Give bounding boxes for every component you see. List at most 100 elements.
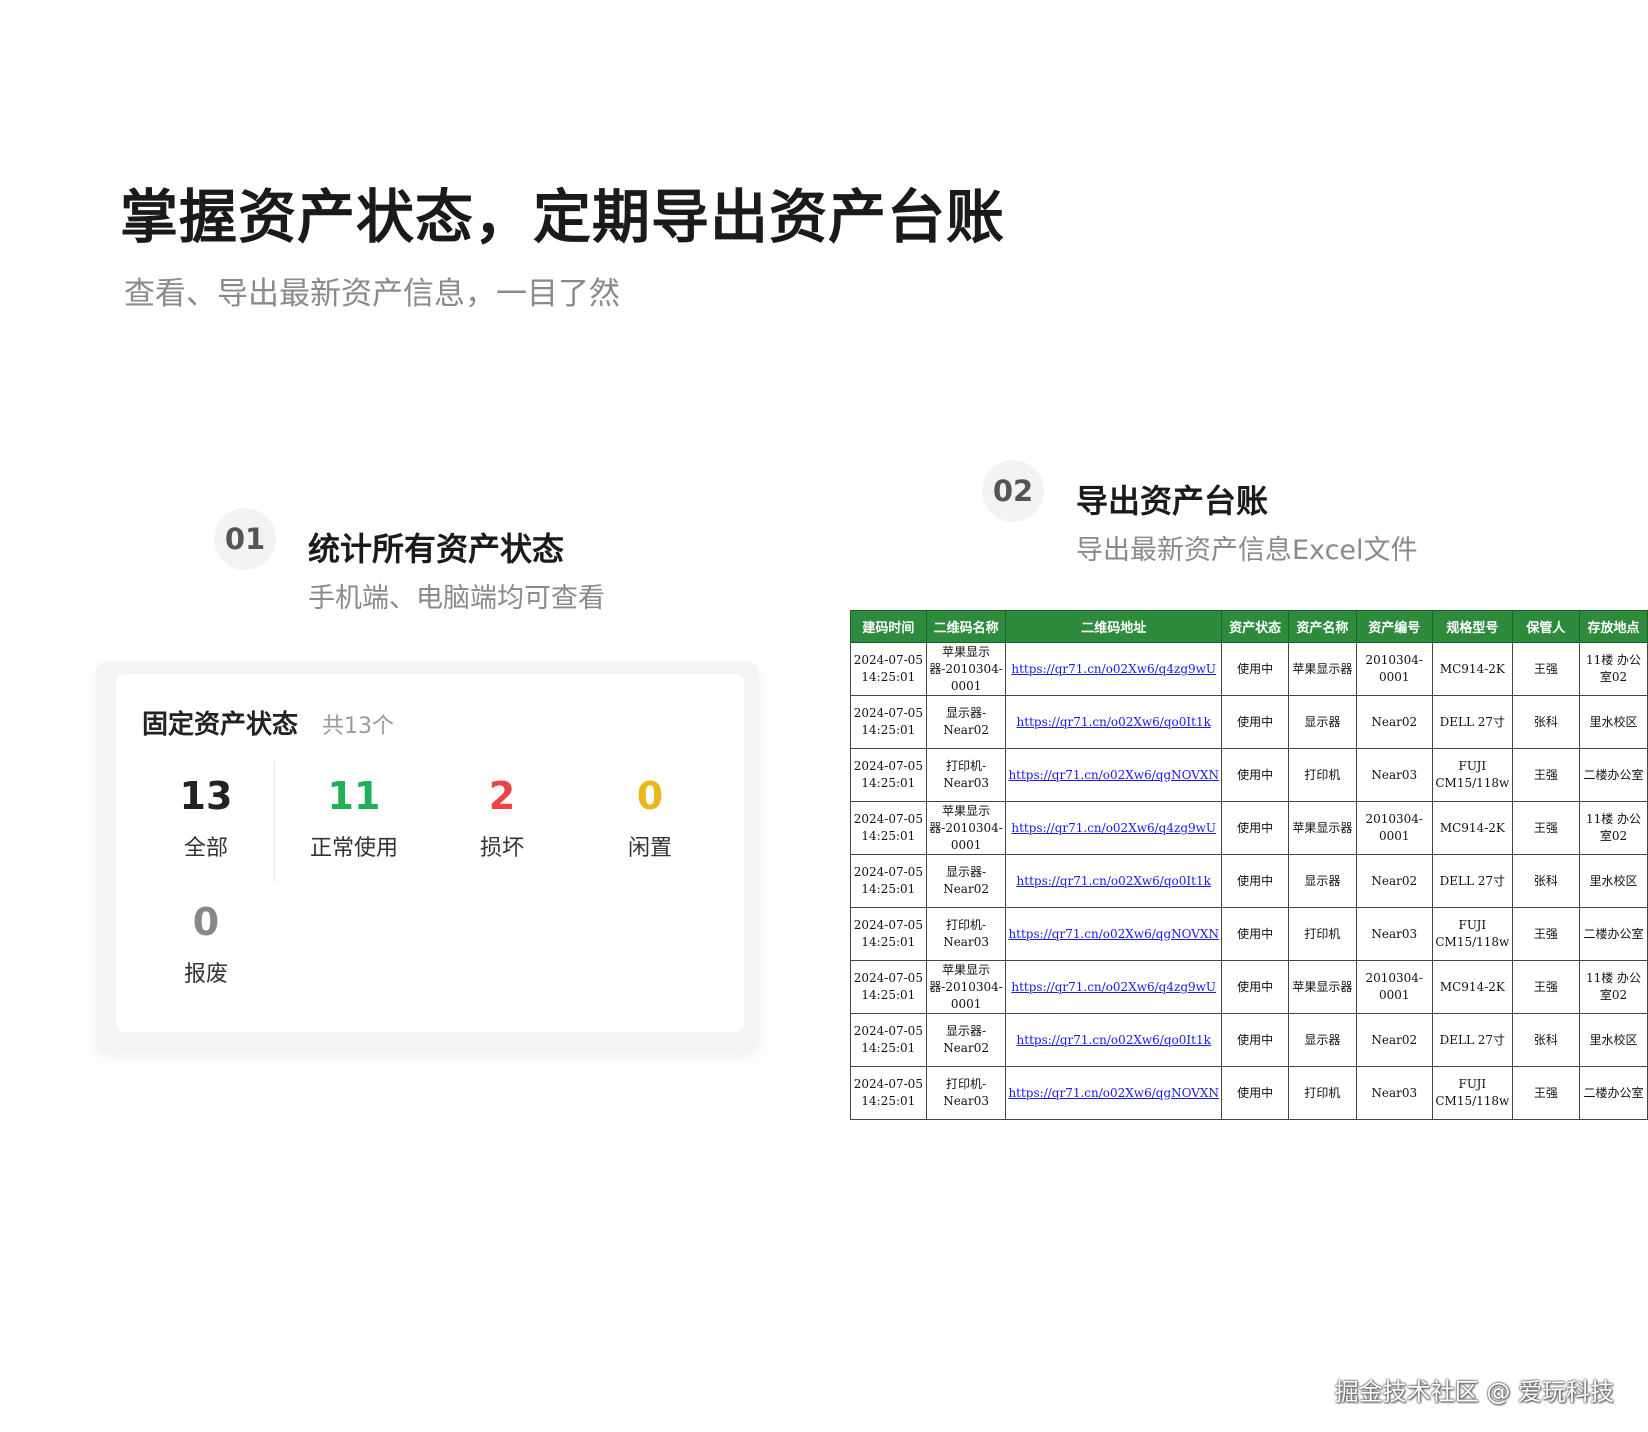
table-cell: 显示器-Near02 <box>925 854 1007 908</box>
table-cell: FUJI CM15/118w <box>1431 1066 1513 1120</box>
stat-value: 0 <box>636 774 664 818</box>
table-cell: 张科 <box>1511 1013 1581 1067</box>
table-cell: 使用中 <box>1220 695 1290 749</box>
table-cell: 使用中 <box>1220 907 1290 961</box>
table-row: 2024-07-05 14:25:01 打印机-Near03 https://q… <box>850 1066 1648 1120</box>
column-header: 资产名称 <box>1288 610 1357 643</box>
table-row: 2024-07-05 14:25:01 苹果显示器-2010304-0001 h… <box>850 960 1648 1014</box>
table-cell: MC914-2K <box>1431 642 1513 696</box>
table-header-row: 建码时间 二维码名称 二维码地址 资产状态 资产名称 资产编号 规格型号 保管人… <box>850 610 1648 643</box>
asset-ledger-table: 建码时间 二维码名称 二维码地址 资产状态 资产名称 资产编号 规格型号 保管人… <box>850 610 1648 1120</box>
table-cell: DELL 27寸 <box>1431 854 1513 908</box>
table-cell: 打印机 <box>1288 1066 1357 1120</box>
table-cell: 苹果显示器 <box>1288 642 1357 696</box>
section-1-title: 统计所有资产状态 <box>308 530 565 568</box>
qr-url-link[interactable]: https://qr71.cn/o02Xw6/q4zg9wU <box>1005 642 1222 696</box>
table-row: 2024-07-05 14:25:01 显示器-Near02 https://q… <box>850 854 1648 908</box>
stat-scrapped[interactable]: 0 报废 <box>136 900 276 988</box>
table-cell: 2024-07-05 14:25:01 <box>850 642 927 696</box>
table-cell: 苹果显示器 <box>1288 801 1357 855</box>
stat-value: 13 <box>179 774 233 818</box>
table-cell: 2010304-0001 <box>1355 960 1433 1014</box>
table-cell: DELL 27寸 <box>1431 695 1513 749</box>
card-total-count: 共13个 <box>322 714 394 739</box>
table-row: 2024-07-05 14:25:01 显示器-Near02 https://q… <box>850 695 1648 749</box>
stat-idle[interactable]: 0 闲置 <box>580 774 720 862</box>
stat-label: 报废 <box>183 962 228 987</box>
table-cell: 2010304-0001 <box>1355 642 1433 696</box>
table-cell: 显示器 <box>1288 854 1357 908</box>
qr-url-link[interactable]: https://qr71.cn/o02Xw6/q4zg9wU <box>1005 801 1222 855</box>
page-subheadline: 查看、导出最新资产信息，一目了然 <box>124 276 620 312</box>
table-cell: 二楼办公室 <box>1579 1066 1648 1120</box>
table-row: 2024-07-05 14:25:01 显示器-Near02 https://q… <box>850 1013 1648 1067</box>
table-cell: 2024-07-05 14:25:01 <box>850 748 927 802</box>
qr-url-link[interactable]: https://qr71.cn/o02Xw6/q4zg9wU <box>1005 960 1222 1014</box>
section-2-title: 导出资产台账 <box>1076 482 1269 520</box>
table-cell: 二楼办公室 <box>1579 907 1648 961</box>
column-header: 二维码名称 <box>925 610 1007 643</box>
table-cell: 王强 <box>1511 801 1581 855</box>
asset-status-card: 固定资产状态 共13个 13 全部 11 正常使用 2 损坏 0 闲置 0 报废 <box>116 674 744 1032</box>
column-header: 资产编号 <box>1355 610 1433 643</box>
table-cell: 11楼 办公室02 <box>1579 960 1648 1014</box>
table-cell: 王强 <box>1511 748 1581 802</box>
table-cell: MC914-2K <box>1431 960 1513 1014</box>
table-cell: 2010304-0001 <box>1355 801 1433 855</box>
table-cell: 二楼办公室 <box>1579 748 1648 802</box>
table-cell: 使用中 <box>1220 642 1290 696</box>
table-cell: 王强 <box>1511 907 1581 961</box>
table-cell: 张科 <box>1511 695 1581 749</box>
qr-url-link[interactable]: https://qr71.cn/o02Xw6/qgNOVXN <box>1005 907 1222 961</box>
table-cell: 打印机 <box>1288 748 1357 802</box>
table-cell: 使用中 <box>1220 801 1290 855</box>
table-cell: 王强 <box>1511 1066 1581 1120</box>
column-header: 保管人 <box>1511 610 1581 643</box>
column-header: 资产状态 <box>1220 610 1290 643</box>
table-cell: 苹果显示器-2010304-0001 <box>925 960 1007 1014</box>
table-cell: 2024-07-05 14:25:01 <box>850 1013 927 1067</box>
table-cell: 显示器-Near02 <box>925 1013 1007 1067</box>
table-cell: 使用中 <box>1220 748 1290 802</box>
table-cell: 2024-07-05 14:25:01 <box>850 801 927 855</box>
table-cell: FUJI CM15/118w <box>1431 748 1513 802</box>
table-cell: 11楼 办公室02 <box>1579 801 1648 855</box>
column-header: 存放地点 <box>1579 610 1648 643</box>
table-cell: Near03 <box>1355 907 1433 961</box>
column-header: 规格型号 <box>1431 610 1513 643</box>
table-row: 2024-07-05 14:25:01 打印机-Near03 https://q… <box>850 907 1648 961</box>
table-cell: 2024-07-05 14:25:01 <box>850 695 927 749</box>
table-cell: 张科 <box>1511 854 1581 908</box>
column-header: 二维码地址 <box>1005 610 1222 643</box>
table-cell: DELL 27寸 <box>1431 1013 1513 1067</box>
table-row: 2024-07-05 14:25:01 打印机-Near03 https://q… <box>850 748 1648 802</box>
table-cell: 里水校区 <box>1579 1013 1648 1067</box>
section-2-number-badge: 02 <box>982 460 1044 522</box>
table-cell: 显示器-Near02 <box>925 695 1007 749</box>
stat-label: 损坏 <box>479 836 524 861</box>
table-cell: 里水校区 <box>1579 854 1648 908</box>
qr-url-link[interactable]: https://qr71.cn/o02Xw6/qo0It1k <box>1005 854 1222 908</box>
column-header: 建码时间 <box>850 610 927 643</box>
stat-normal-use[interactable]: 11 正常使用 <box>284 774 424 862</box>
table-cell: 苹果显示器-2010304-0001 <box>925 642 1007 696</box>
card-title: 固定资产状态 <box>142 710 299 740</box>
section-1-number-badge: 01 <box>214 508 276 570</box>
section-1-subtitle: 手机端、电脑端均可查看 <box>308 583 605 614</box>
qr-url-link[interactable]: https://qr71.cn/o02Xw6/qo0It1k <box>1005 695 1222 749</box>
stat-damaged[interactable]: 2 损坏 <box>432 774 572 862</box>
stat-value: 2 <box>488 774 516 818</box>
stat-label: 全部 <box>183 836 228 861</box>
table-row: 2024-07-05 14:25:01 苹果显示器-2010304-0001 h… <box>850 801 1648 855</box>
table-cell: Near02 <box>1355 1013 1433 1067</box>
table-cell: Near02 <box>1355 695 1433 749</box>
table-cell: 苹果显示器-2010304-0001 <box>925 801 1007 855</box>
qr-url-link[interactable]: https://qr71.cn/o02Xw6/qgNOVXN <box>1005 748 1222 802</box>
table-cell: 打印机-Near03 <box>925 1066 1007 1120</box>
qr-url-link[interactable]: https://qr71.cn/o02Xw6/qgNOVXN <box>1005 1066 1222 1120</box>
table-cell: 王强 <box>1511 642 1581 696</box>
table-cell: 打印机-Near03 <box>925 748 1007 802</box>
qr-url-link[interactable]: https://qr71.cn/o02Xw6/qo0It1k <box>1005 1013 1222 1067</box>
table-row: 2024-07-05 14:25:01 苹果显示器-2010304-0001 h… <box>850 642 1648 696</box>
stat-all[interactable]: 13 全部 <box>136 774 276 862</box>
